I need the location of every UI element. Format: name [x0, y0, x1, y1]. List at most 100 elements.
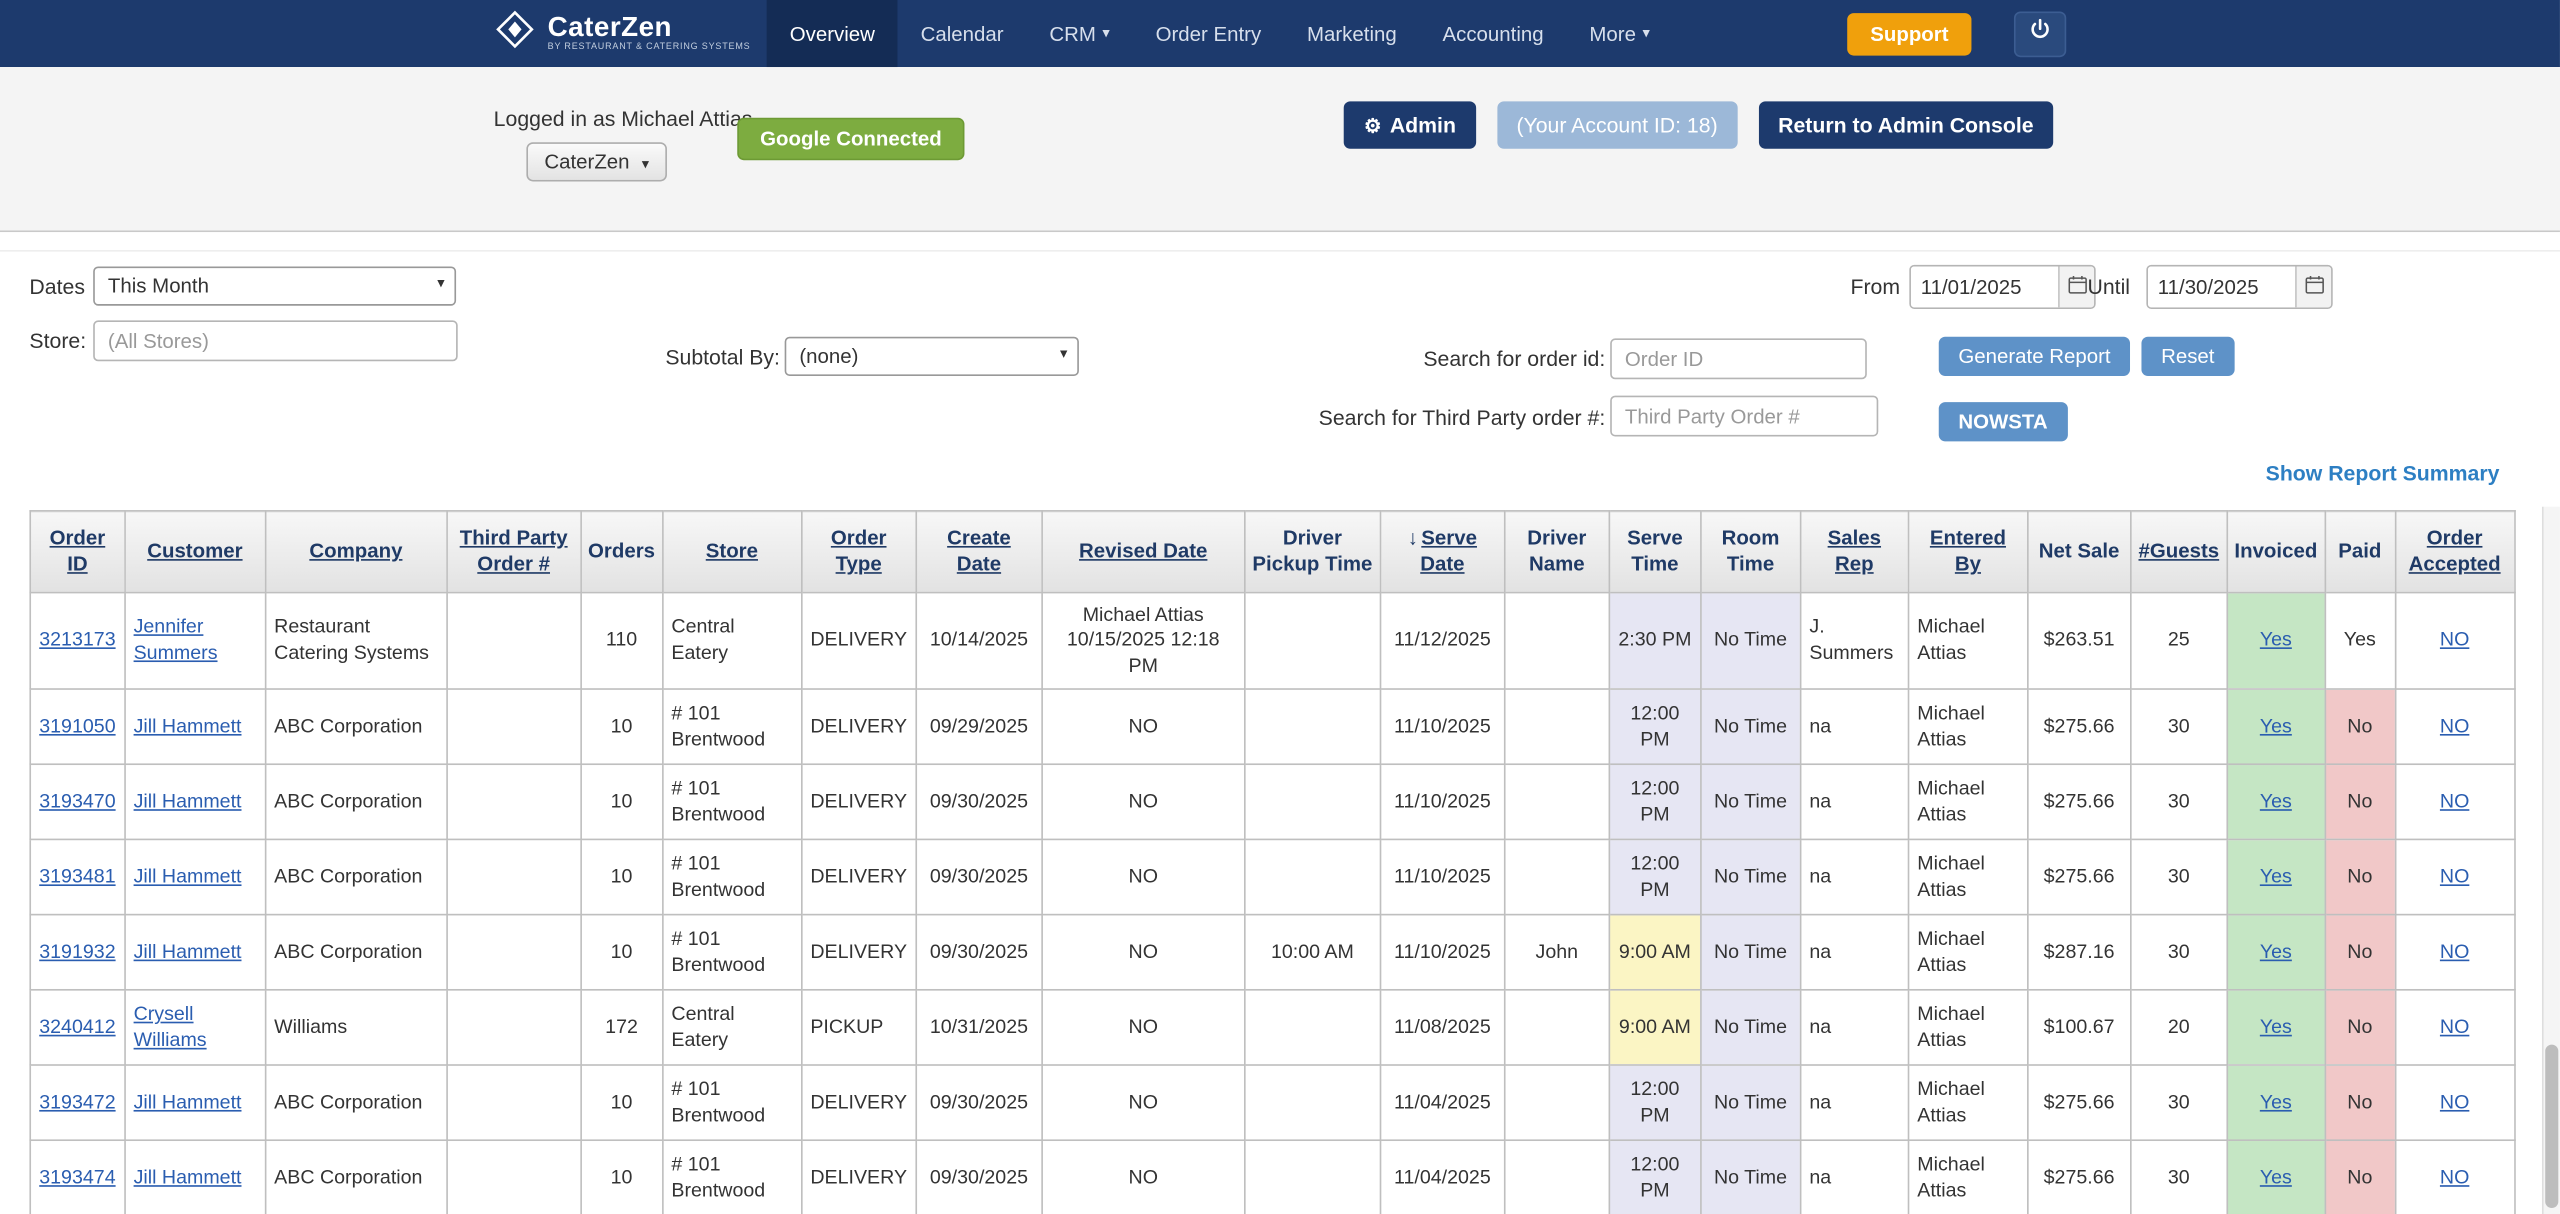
col-header-label: Third Party Order # [460, 526, 568, 575]
store-input[interactable] [93, 320, 458, 361]
cell-driver_name [1505, 1065, 1610, 1140]
cell-accepted-link[interactable]: NO [2440, 1166, 2469, 1189]
subtotal-label: Subtotal By: [665, 345, 780, 370]
cell-order_id: 3191050 [30, 689, 124, 764]
account-id-button[interactable]: (Your Account ID: 18) [1497, 101, 1737, 148]
nav-item-marketing[interactable]: Marketing [1284, 0, 1420, 67]
cell-order_id-link[interactable]: 3191932 [39, 940, 115, 963]
cell-room_time: No Time [1701, 990, 1801, 1065]
top-navbar: CaterZen by Restaurant & Catering System… [0, 0, 2560, 67]
cell-entered_by: Michael Attias [1908, 689, 2027, 764]
show-report-summary-link[interactable]: Show Report Summary [2266, 461, 2500, 486]
cell-store: # 101 Brentwood [662, 915, 801, 990]
account-dropdown-button[interactable]: CaterZen ▾ [526, 142, 667, 181]
cell-order_id-link[interactable]: 3240412 [39, 1015, 115, 1038]
scrollbar-thumb[interactable] [2545, 1045, 2558, 1208]
cell-accepted-link[interactable]: NO [2440, 865, 2469, 888]
cell-accepted-link[interactable]: NO [2440, 628, 2469, 651]
cell-order_id-link[interactable]: 3193474 [39, 1166, 115, 1189]
reset-button[interactable]: Reset [2141, 337, 2234, 376]
cell-order_id-link[interactable]: 3193481 [39, 865, 115, 888]
nav-item-accounting[interactable]: Accounting [1420, 0, 1567, 67]
col-header-entered_by[interactable]: Entered By [1908, 511, 2027, 592]
cell-customer: Jill Hammett [125, 1065, 266, 1140]
store-label: Store: [29, 329, 86, 354]
cell-third_party [447, 689, 581, 764]
cell-driver_pickup [1245, 1141, 1381, 1214]
cell-customer-link[interactable]: Jill Hammett [134, 865, 242, 888]
nav-item-overview[interactable]: Overview [767, 0, 898, 67]
cell-invoiced-link[interactable]: Yes [2260, 628, 2292, 651]
col-header-sales_rep[interactable]: Sales Rep [1800, 511, 1908, 592]
return-admin-console-button[interactable]: Return to Admin Console [1759, 101, 2054, 148]
nav-item-crm[interactable]: CRM▾ [1026, 0, 1132, 67]
cell-third_party [447, 1065, 581, 1140]
cell-accepted-link[interactable]: NO [2440, 1090, 2469, 1113]
subtotal-select[interactable]: (none) [785, 337, 1079, 376]
cell-accepted-link[interactable]: NO [2440, 1015, 2469, 1038]
cell-driver_name [1505, 990, 1610, 1065]
nav-item-order-entry[interactable]: Order Entry [1133, 0, 1284, 67]
col-header-accepted[interactable]: Order Accepted [2395, 511, 2514, 592]
cell-accepted-link[interactable]: NO [2440, 790, 2469, 813]
cell-orders: 110 [581, 592, 663, 690]
page: CaterZen by Restaurant & Catering System… [0, 0, 2560, 1214]
col-header-revised_date[interactable]: Revised Date [1042, 511, 1245, 592]
cell-order_id-link[interactable]: 3193470 [39, 790, 115, 813]
cell-customer-link[interactable]: Crysell Williams [134, 1002, 207, 1050]
calendar-icon [2304, 275, 2324, 300]
cell-customer-link[interactable]: Jill Hammett [134, 1166, 242, 1189]
col-header-guests[interactable]: #Guests [2131, 511, 2227, 592]
cell-order_id-link[interactable]: 3191050 [39, 714, 115, 737]
until-date-input[interactable] [2148, 266, 2295, 307]
admin-button[interactable]: ⚙Admin [1344, 101, 1475, 148]
col-header-store[interactable]: Store [662, 511, 801, 592]
google-connected-button[interactable]: Google Connected [737, 118, 964, 161]
col-header-serve_date[interactable]: ↓Serve Date [1380, 511, 1504, 592]
col-header-order_id[interactable]: Order ID [30, 511, 124, 592]
logout-power-button[interactable] [2014, 11, 2066, 57]
cell-sales_rep: na [1800, 840, 1908, 915]
cell-revised_date: NO [1042, 689, 1245, 764]
third-party-input[interactable] [1610, 396, 1878, 437]
table-row: 3240412Crysell WilliamsWilliams172Centra… [30, 990, 2514, 1065]
support-button[interactable]: Support [1847, 12, 1971, 55]
cell-customer-link[interactable]: Jennifer Summers [134, 615, 218, 663]
cell-invoiced-link[interactable]: Yes [2260, 790, 2292, 813]
col-header-third_party[interactable]: Third Party Order # [447, 511, 581, 592]
cell-orders: 10 [581, 840, 663, 915]
cell-guests: 30 [2131, 765, 2227, 840]
cell-invoiced-link[interactable]: Yes [2260, 1015, 2292, 1038]
cell-order_id-link[interactable]: 3213173 [39, 628, 115, 651]
cell-invoiced-link[interactable]: Yes [2260, 1166, 2292, 1189]
generate-report-button[interactable]: Generate Report [1939, 337, 2130, 376]
order-id-input[interactable] [1610, 338, 1867, 379]
nowsta-button[interactable]: NOWSTA [1939, 402, 2068, 441]
col-header-create_date[interactable]: Create Date [916, 511, 1042, 592]
col-header-label: Create Date [947, 526, 1011, 575]
orders-report-table: Order IDCustomerCompany Third Party Order… [29, 510, 2515, 1214]
cell-room_time: No Time [1701, 1141, 1801, 1214]
cell-accepted-link[interactable]: NO [2440, 940, 2469, 963]
col-header-order_type[interactable]: Order Type [801, 511, 916, 592]
cell-customer-link[interactable]: Jill Hammett [134, 790, 242, 813]
until-calendar-button[interactable] [2295, 266, 2331, 307]
cell-accepted-link[interactable]: NO [2440, 714, 2469, 737]
cell-invoiced-link[interactable]: Yes [2260, 1090, 2292, 1113]
dates-select[interactable]: This Month [93, 266, 456, 305]
nav-item-calendar[interactable]: Calendar [898, 0, 1027, 67]
cell-invoiced-link[interactable]: Yes [2260, 865, 2292, 888]
nav-item-more[interactable]: More▾ [1567, 0, 1673, 67]
cell-customer-link[interactable]: Jill Hammett [134, 1090, 242, 1113]
cell-customer-link[interactable]: Jill Hammett [134, 714, 242, 737]
table-row: 3191050Jill HammettABC Corporation10# 10… [30, 689, 2514, 764]
cell-invoiced-link[interactable]: Yes [2260, 940, 2292, 963]
caterzen-brand[interactable]: CaterZen by Restaurant & Catering System… [494, 0, 751, 67]
cell-invoiced-link[interactable]: Yes [2260, 714, 2292, 737]
col-header-company[interactable]: Company [265, 511, 446, 592]
from-date-input[interactable] [1911, 266, 2058, 307]
col-header-customer[interactable]: Customer [125, 511, 266, 592]
cell-order_type: PICKUP [801, 990, 916, 1065]
cell-customer-link[interactable]: Jill Hammett [134, 940, 242, 963]
cell-order_id-link[interactable]: 3193472 [39, 1090, 115, 1113]
